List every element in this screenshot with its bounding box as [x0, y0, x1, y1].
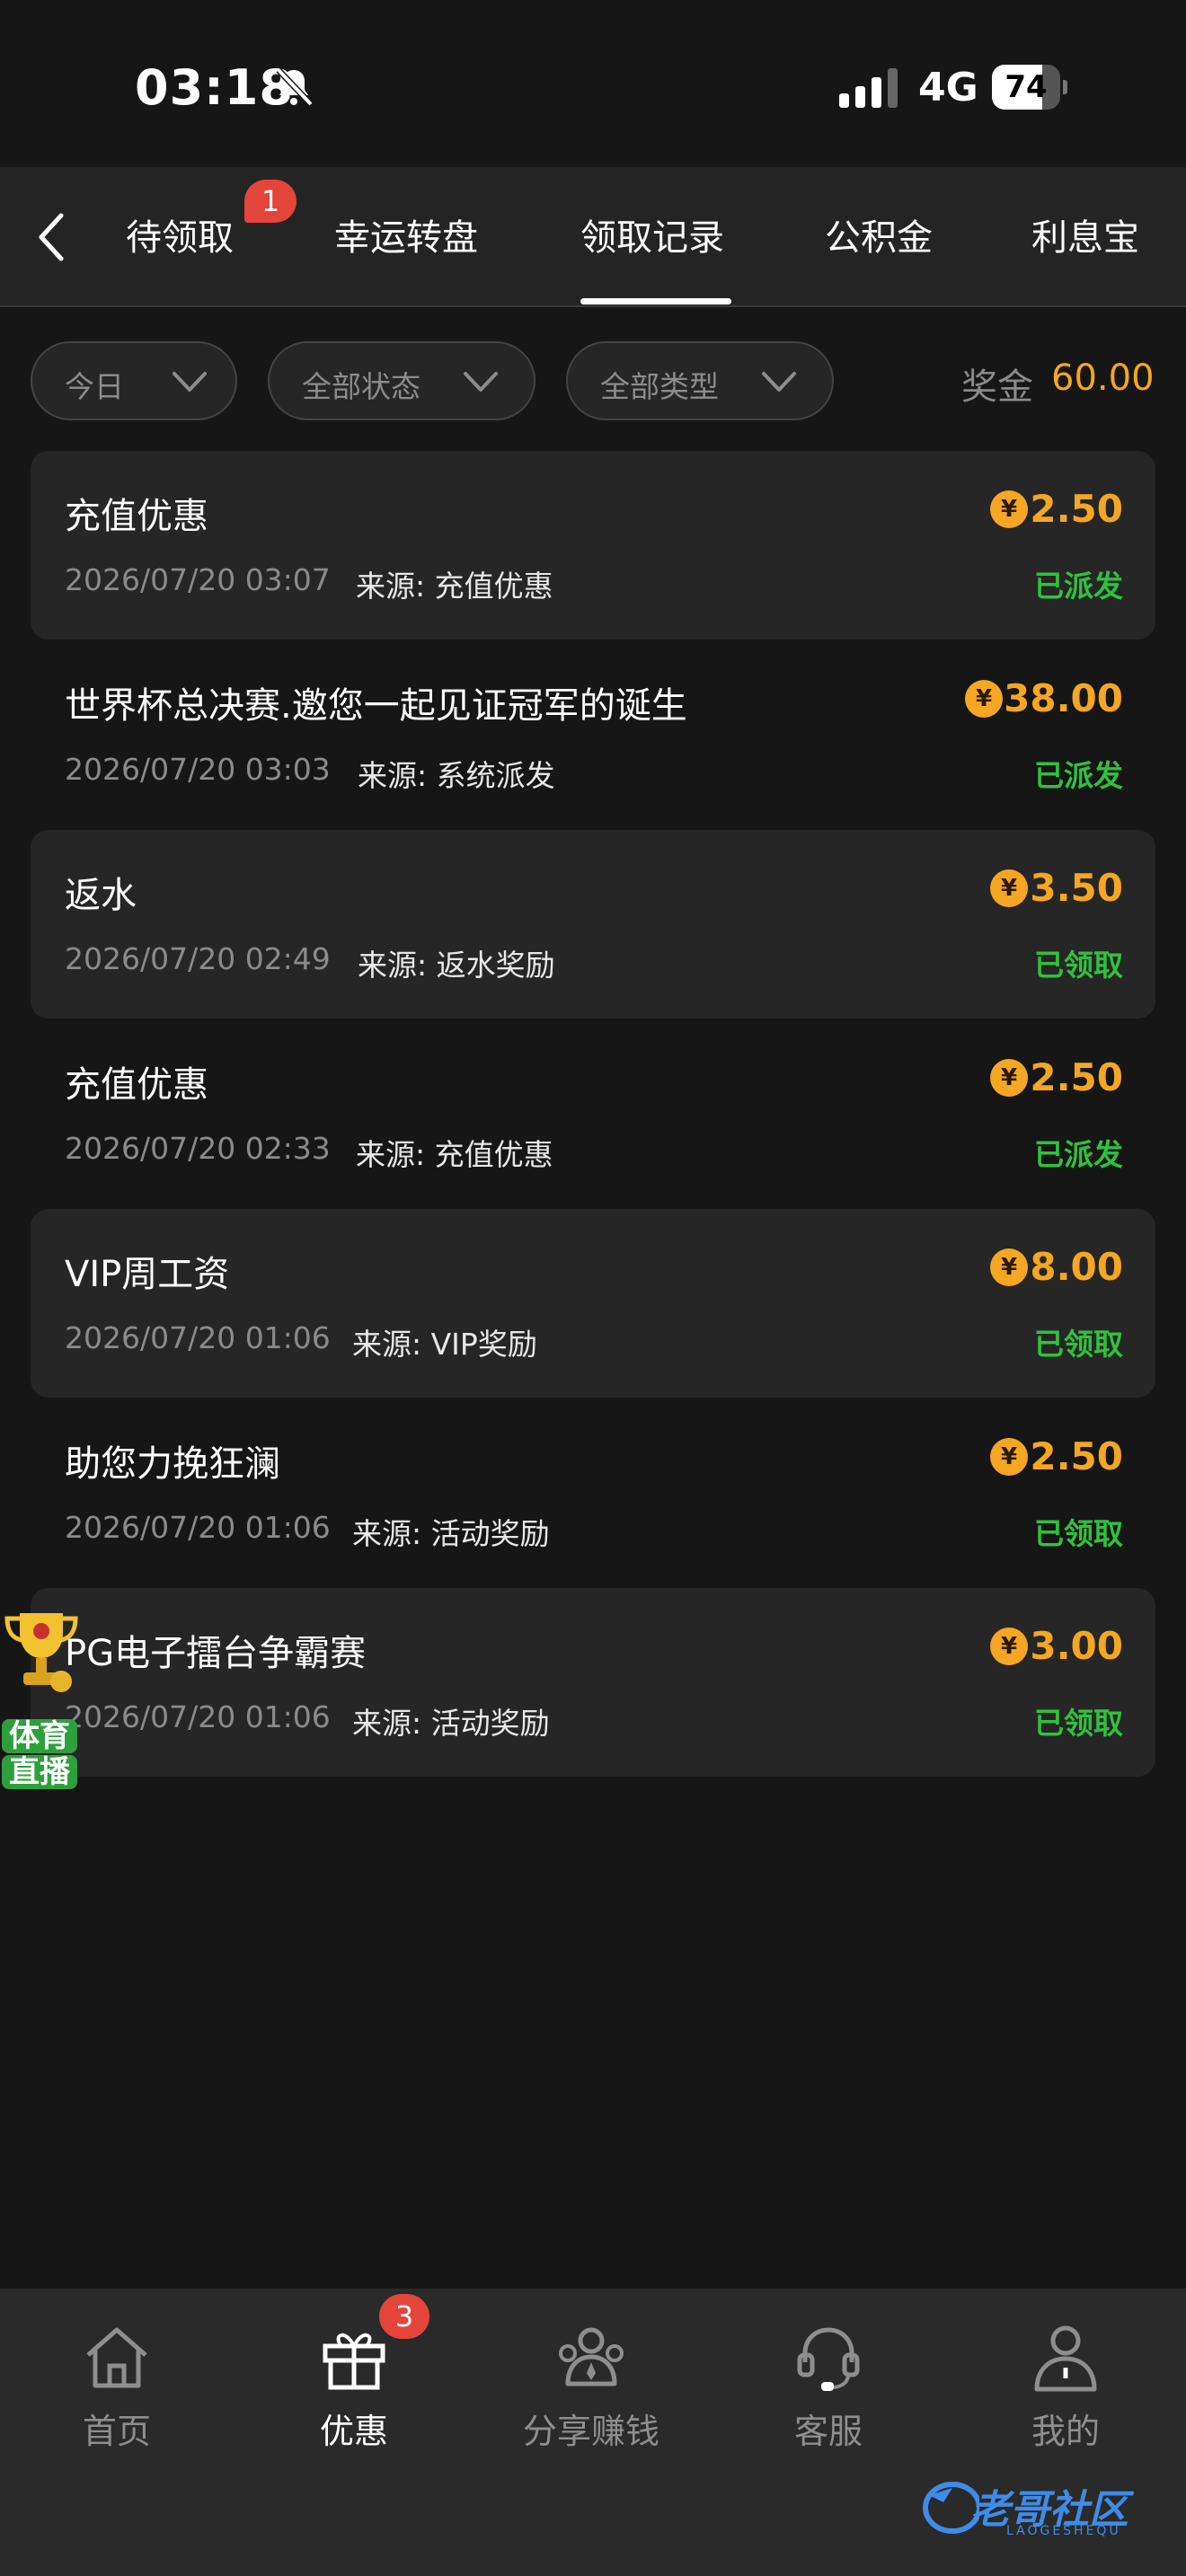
active-tab-indicator: [580, 298, 731, 304]
share-earn-icon: [559, 2327, 624, 2386]
back-icon[interactable]: [23, 203, 81, 271]
nav-customer-service[interactable]: 客服: [739, 2321, 918, 2465]
tab-provident-fund[interactable]: 公积金: [825, 208, 933, 260]
float-text-line1: 体育: [2, 1719, 77, 1753]
chevron-down-icon: [464, 372, 498, 392]
record-status: 已派发: [1034, 569, 1123, 604]
coin-icon: ¥: [990, 869, 1028, 907]
record-item[interactable]: 世界杯总决赛.邀您一起见证冠军的诞生 2026/07/20 03:03 来源: …: [31, 640, 1155, 829]
signal-icon: [839, 68, 898, 108]
record-status: 已领取: [1034, 1516, 1123, 1551]
nav-profile[interactable]: 我的: [976, 2321, 1155, 2465]
profile-icon: [1034, 2325, 1097, 2392]
record-status: 已领取: [1034, 1327, 1123, 1362]
status-bar: 03:18 4G 74: [0, 0, 1186, 167]
tab-lucky-wheel[interactable]: 幸运转盘: [334, 208, 478, 260]
date-filter-label: 今日: [65, 369, 124, 404]
pending-badge: 1: [244, 180, 296, 223]
status-filter-label: 全部状态: [302, 369, 420, 404]
bonus-total: 60.00: [1051, 357, 1155, 399]
battery-icon: 74: [992, 65, 1067, 110]
headset-icon: [797, 2327, 860, 2391]
coin-icon: ¥: [965, 680, 1003, 718]
record-title: 世界杯总决赛.邀您一起见证冠军的诞生: [65, 685, 687, 727]
record-item[interactable]: 充值优惠 2026/07/20 02:33 来源: 充值优惠 ¥ 2.50 已派…: [31, 1019, 1155, 1208]
record-time: 2026/07/20 03:03: [65, 752, 331, 787]
bell-muted-icon: [276, 67, 314, 107]
record-status: 已派发: [1034, 1137, 1123, 1172]
coin-icon: ¥: [990, 1059, 1028, 1097]
date-filter[interactable]: 今日: [31, 341, 237, 420]
coin-icon: ¥: [990, 1628, 1028, 1665]
watermark-sub: LAOGESHEQU: [1006, 2524, 1121, 2538]
record-status: 已领取: [1034, 948, 1123, 983]
sports-live-float-button[interactable]: 体育 直播: [0, 1608, 83, 1811]
record-time: 2026/07/20 01:06: [65, 1699, 331, 1734]
coin-icon: ¥: [990, 1438, 1028, 1476]
coin-icon: ¥: [990, 490, 1028, 528]
record-source: 来源: VIP奖励: [352, 1327, 537, 1362]
tab-bar: 待领取 幸运转盘 领取记录 公积金 利息宝: [0, 167, 1186, 307]
record-time: 2026/07/20 03:07: [65, 562, 331, 597]
record-item[interactable]: VIP周工资 2026/07/20 01:06 来源: VIP奖励 ¥ 8.00…: [31, 1209, 1155, 1398]
record-title: 返水: [65, 875, 137, 916]
record-time: 2026/07/20 01:06: [65, 1320, 331, 1355]
type-filter[interactable]: 全部类型: [566, 341, 834, 420]
record-amount: 2.50: [1030, 1434, 1123, 1478]
nav-customer-service-label: 客服: [793, 2412, 863, 2451]
record-item[interactable]: 充值优惠 2026/07/20 03:07 来源: 充值优惠 ¥ 2.50 已派…: [31, 451, 1155, 640]
nav-share-earn[interactable]: 分享赚钱: [501, 2321, 681, 2465]
nav-home-label: 首页: [82, 2412, 151, 2451]
status-filter[interactable]: 全部状态: [268, 341, 535, 420]
record-title: 充值优惠: [65, 1064, 208, 1106]
status-time: 03:18: [135, 59, 294, 116]
record-time: 2026/07/20 02:33: [65, 1131, 331, 1166]
record-source: 来源: 返水奖励: [358, 948, 555, 983]
record-source: 来源: 充值优惠: [356, 569, 553, 604]
record-amount: 38.00: [1004, 676, 1123, 720]
record-status: 已派发: [1034, 758, 1123, 793]
tab-pending[interactable]: 待领取: [126, 208, 234, 260]
record-source: 来源: 活动奖励: [352, 1516, 550, 1551]
record-title: VIP周工资: [65, 1254, 230, 1295]
promotions-badge: 3: [379, 2294, 429, 2339]
record-amount: 8.00: [1030, 1245, 1123, 1289]
record-source: 来源: 活动奖励: [352, 1706, 550, 1741]
chevron-down-icon: [762, 372, 796, 392]
coin-icon: ¥: [990, 1248, 1028, 1286]
battery-level: 74: [1005, 69, 1048, 105]
record-source: 来源: 充值优惠: [356, 1137, 553, 1172]
record-source: 来源: 系统派发: [358, 758, 555, 793]
type-filter-label: 全部类型: [600, 369, 719, 404]
record-amount: 2.50: [1030, 1055, 1123, 1099]
record-item[interactable]: 助您力挽狂澜 2026/07/20 01:06 来源: 活动奖励 ¥ 2.50 …: [31, 1398, 1155, 1587]
record-amount: 2.50: [1030, 487, 1123, 531]
tab-interest[interactable]: 利息宝: [1031, 208, 1139, 260]
record-title: PG电子擂台争霸赛: [65, 1633, 367, 1674]
gift-icon: [323, 2333, 385, 2390]
nav-share-earn-label: 分享赚钱: [522, 2412, 659, 2451]
record-title: 充值优惠: [65, 496, 208, 537]
home-icon: [86, 2327, 147, 2388]
nav-promotions-label: 优惠: [319, 2412, 388, 2451]
nav-profile-label: 我的: [1031, 2412, 1100, 2451]
record-status: 已领取: [1034, 1706, 1123, 1741]
record-time: 2026/07/20 02:49: [65, 941, 331, 976]
network-type: 4G: [918, 65, 978, 110]
record-time: 2026/07/20 01:06: [65, 1510, 331, 1545]
tab-claim-records[interactable]: 领取记录: [580, 208, 724, 260]
record-amount: 3.50: [1030, 866, 1123, 910]
record-title: 助您力挽狂澜: [65, 1443, 280, 1485]
trophy-icon: [4, 1613, 78, 1692]
chevron-down-icon: [173, 372, 207, 392]
record-amount: 3.00: [1030, 1624, 1123, 1668]
bonus-label: 奖金: [961, 366, 1033, 408]
nav-home[interactable]: 首页: [27, 2321, 207, 2465]
record-item[interactable]: 返水 2026/07/20 02:49 来源: 返水奖励 ¥ 3.50 已领取: [31, 830, 1155, 1019]
record-item[interactable]: PG电子擂台争霸赛 2026/07/20 01:06 来源: 活动奖励 ¥ 3.…: [31, 1588, 1155, 1777]
nav-promotions[interactable]: 优惠: [264, 2321, 444, 2465]
float-text-line2: 直播: [2, 1755, 77, 1789]
watermark-logo: 老哥社区 LAOGESHEQU: [916, 2472, 1177, 2544]
